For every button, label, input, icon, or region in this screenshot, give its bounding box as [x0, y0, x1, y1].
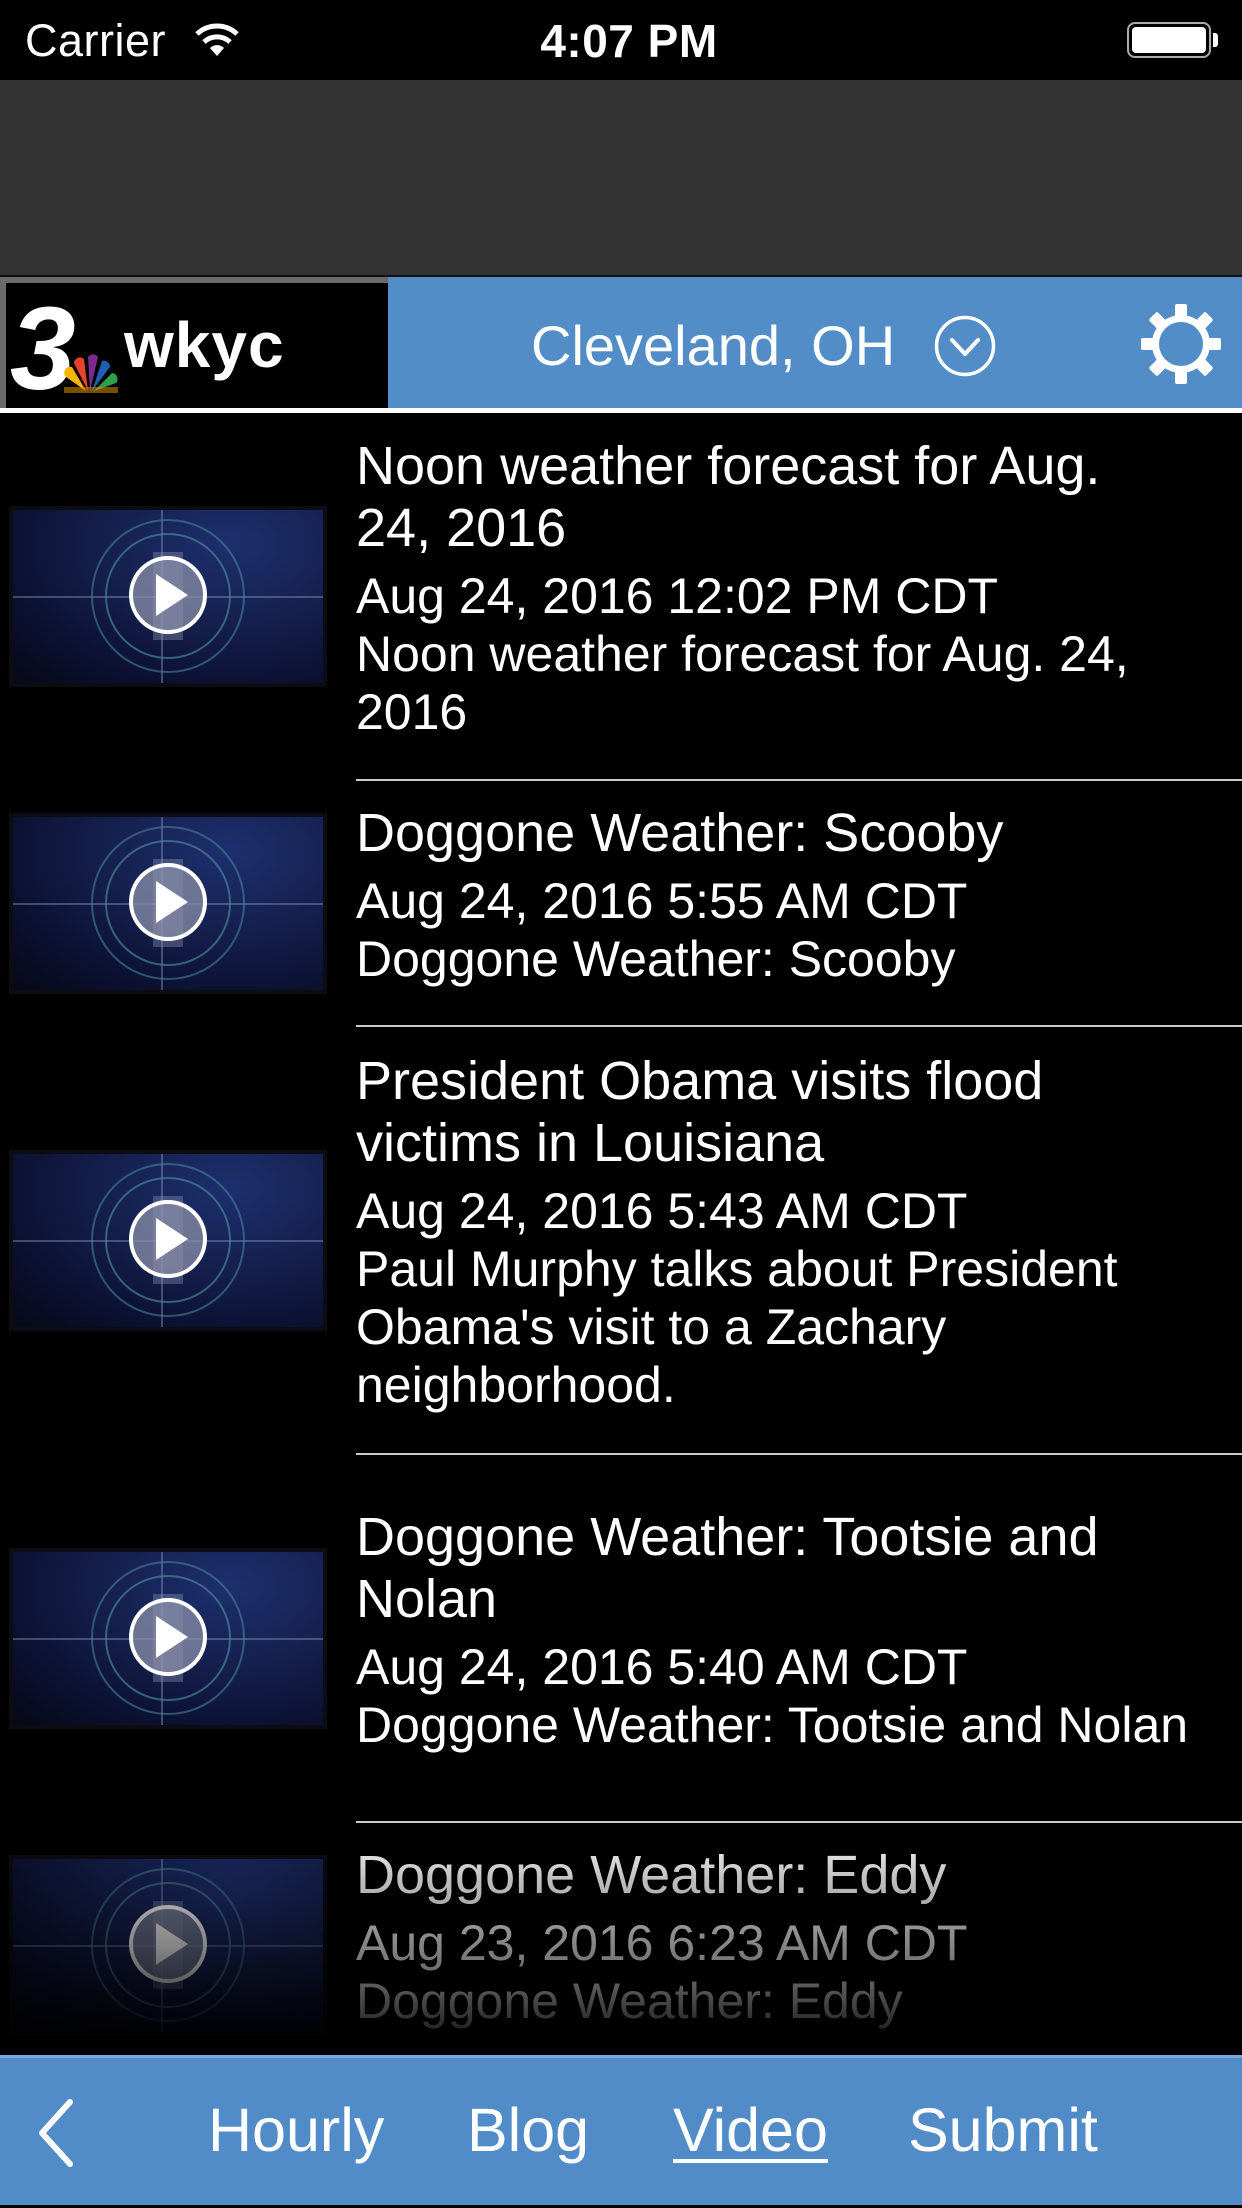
video-list-item[interactable]: Doggone Weather: Scooby Aug 24, 2016 5:55… — [0, 781, 1242, 1027]
video-list-item[interactable]: President Obama visits flood victims in … — [0, 1027, 1242, 1455]
video-text: Doggone Weather: Scooby Aug 24, 2016 5:55… — [356, 802, 1226, 988]
video-date: Aug 24, 2016 12:02 PM CDT — [356, 568, 999, 624]
video-text: Noon weather forecast for Aug. 24, 2016 A… — [356, 435, 1226, 741]
video-title: Doggone Weather: Tootsie and Nolan — [356, 1507, 1099, 1629]
video-description: Doggone Weather: Eddy — [356, 1973, 903, 2029]
thumbnail-graphic — [13, 1552, 323, 1725]
chevron-down-circle-icon — [934, 315, 996, 377]
play-icon — [129, 1200, 207, 1278]
tab-hourly[interactable]: Hourly — [208, 2094, 384, 2166]
video-description: Paul Murphy talks about President Obama'… — [356, 1241, 1118, 1413]
play-icon — [129, 863, 207, 941]
bottom-tab-bar: Hourly Blog Video Submit — [0, 2055, 1242, 2208]
play-icon — [129, 1598, 207, 1676]
video-title: Noon weather forecast for Aug. 24, 2016 — [356, 436, 1101, 558]
video-text: President Obama visits flood victims in … — [356, 1050, 1226, 1414]
video-list-item[interactable]: Doggone Weather: Eddy Aug 23, 2016 6:23 A… — [0, 1823, 1242, 2055]
location-dropdown[interactable]: Cleveland, OH — [531, 311, 997, 381]
tab-blog[interactable]: Blog — [467, 2094, 589, 2166]
video-date: Aug 24, 2016 5:40 AM CDT — [356, 1639, 968, 1695]
video-title: President Obama visits flood victims in … — [356, 1051, 1044, 1173]
battery-tip — [1213, 33, 1218, 47]
ad-banner-area — [0, 80, 1242, 275]
video-description: Noon weather forecast for Aug. 24, 2016 — [356, 626, 1129, 740]
video-title: Doggone Weather: Scooby — [356, 803, 1004, 863]
video-description: Doggone Weather: Scooby — [356, 931, 956, 987]
tab-submit[interactable]: Submit — [908, 2094, 1098, 2166]
thumbnail-graphic — [13, 1859, 323, 2032]
video-list-item[interactable]: Noon weather forecast for Aug. 24, 2016 A… — [0, 413, 1242, 781]
video-thumbnail[interactable] — [13, 510, 323, 683]
video-date: Aug 24, 2016 5:55 AM CDT — [356, 873, 968, 929]
chevron-left-icon[interactable] — [30, 2088, 86, 2178]
status-time: 4:07 PM — [540, 15, 718, 67]
app-header: 3 wkyc Cleveland, OH — [0, 275, 1242, 408]
logo-text: wkyc — [123, 309, 285, 381]
battery-full-icon — [1127, 22, 1211, 58]
status-bar: Carrier 4:07 PM — [0, 0, 1242, 80]
thumbnail-graphic — [13, 817, 323, 990]
video-thumbnail[interactable] — [13, 1552, 323, 1725]
video-thumbnail[interactable] — [13, 1859, 323, 2032]
video-title: Doggone Weather: Eddy — [356, 1845, 947, 1905]
video-description: Doggone Weather: Tootsie and Nolan — [356, 1697, 1189, 1753]
play-icon — [129, 1905, 207, 1983]
tab-video[interactable]: Video — [673, 2094, 828, 2166]
video-date: Aug 24, 2016 5:43 AM CDT — [356, 1183, 968, 1239]
thumbnail-graphic — [13, 510, 323, 683]
video-text: Doggone Weather: Eddy Aug 23, 2016 6:23 A… — [356, 1844, 1226, 2030]
video-list[interactable]: Noon weather forecast for Aug. 24, 2016 A… — [0, 413, 1242, 2055]
video-list-item[interactable]: Doggone Weather: Tootsie and Nolan Aug 24… — [0, 1455, 1242, 1823]
gear-icon[interactable] — [1140, 303, 1222, 385]
thumbnail-graphic — [13, 1154, 323, 1327]
station-logo[interactable]: 3 wkyc — [0, 277, 388, 408]
video-thumbnail[interactable] — [13, 817, 323, 990]
video-text: Doggone Weather: Tootsie and Nolan Aug 24… — [356, 1506, 1226, 1754]
location-name: Cleveland, OH — [531, 314, 896, 377]
video-date: Aug 23, 2016 6:23 AM CDT — [356, 1915, 968, 1971]
play-icon — [129, 556, 207, 634]
video-thumbnail[interactable] — [13, 1154, 323, 1327]
